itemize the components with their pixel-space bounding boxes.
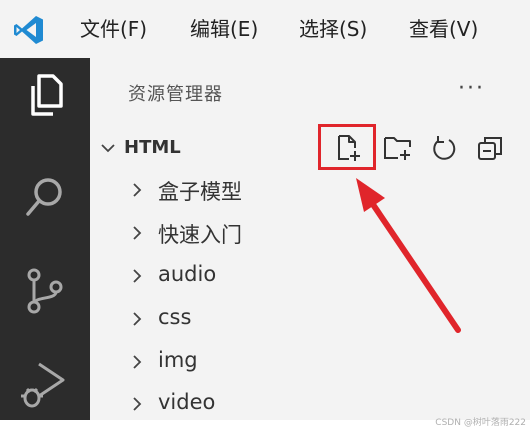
- explorer-icon[interactable]: [17, 68, 73, 124]
- tree-item-video[interactable]: video: [124, 384, 424, 424]
- chevron-right-icon: [133, 269, 142, 283]
- run-debug-icon[interactable]: [17, 356, 73, 412]
- menu-edit[interactable]: 编辑(E): [190, 0, 258, 58]
- activity-bar: [0, 58, 90, 420]
- watermark: CSDN @树叶落雨222: [435, 418, 526, 428]
- more-actions-icon[interactable]: ···: [458, 76, 485, 101]
- tree-item-css[interactable]: css: [124, 299, 424, 339]
- refresh-icon[interactable]: [428, 132, 460, 164]
- menu-bar: 文件(F) 编辑(E) 选择(S) 查看(V): [0, 0, 530, 58]
- tree-item-label: img: [158, 348, 198, 372]
- source-control-icon[interactable]: [17, 263, 73, 319]
- new-file-highlight-box: [318, 124, 376, 170]
- explorer-title: 资源管理器: [128, 84, 223, 105]
- tree-item-label: css: [158, 305, 192, 329]
- tree-item-audio[interactable]: audio: [124, 256, 424, 296]
- search-icon[interactable]: [17, 170, 73, 226]
- chevron-down-icon: [101, 144, 115, 153]
- tree-item-label: video: [158, 390, 216, 414]
- workspace-section-header[interactable]: HTML: [90, 128, 530, 168]
- tree-item-box-model[interactable]: 盒子模型: [124, 170, 424, 210]
- chevron-right-icon: [133, 355, 142, 369]
- vscode-logo-icon: [14, 16, 43, 44]
- menu-file[interactable]: 文件(F): [80, 0, 147, 58]
- chevron-right-icon: [133, 183, 142, 197]
- tree-item-label: audio: [158, 262, 217, 286]
- collapse-all-icon[interactable]: [474, 132, 506, 164]
- chevron-right-icon: [133, 226, 142, 240]
- tree-item-label: 快速入门: [158, 223, 242, 247]
- chevron-right-icon: [133, 397, 142, 411]
- explorer-panel: 资源管理器 ··· HTML 盒子模型 快速入门 audio css img v…: [90, 58, 530, 420]
- menu-view[interactable]: 查看(V): [409, 0, 478, 58]
- tree-item-quick-start[interactable]: 快速入门: [124, 213, 424, 253]
- tree-item-img[interactable]: img: [124, 342, 424, 382]
- chevron-right-icon: [133, 312, 142, 326]
- workspace-folder-name: HTML: [124, 137, 181, 158]
- new-folder-icon[interactable]: [382, 132, 414, 164]
- tree-item-label: 盒子模型: [158, 180, 242, 204]
- menu-selection[interactable]: 选择(S): [299, 0, 367, 58]
